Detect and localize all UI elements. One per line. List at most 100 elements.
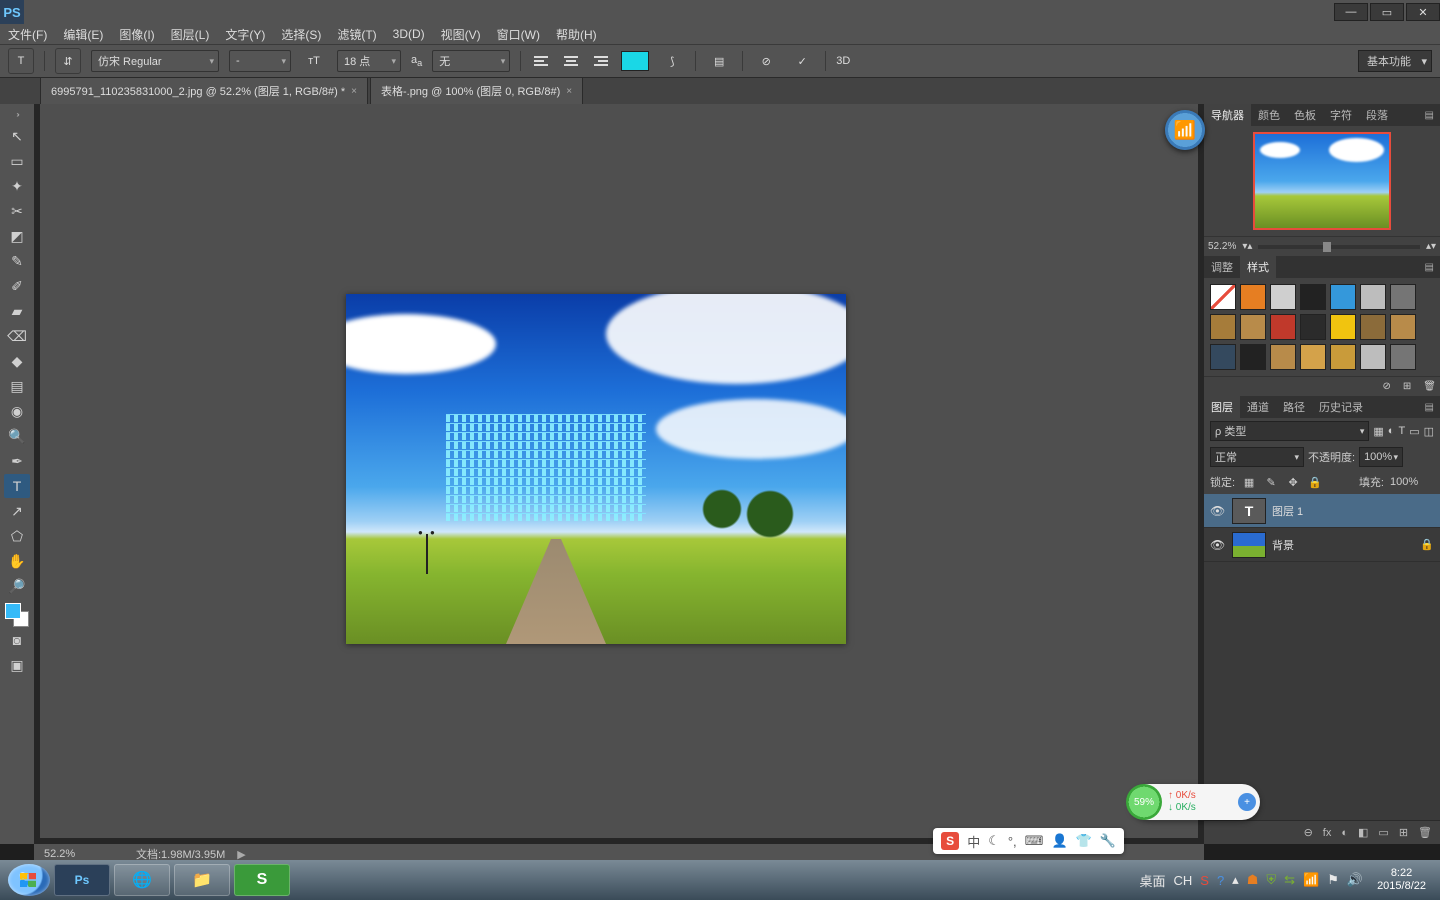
delete-style-icon[interactable]: 🗑 (1423, 381, 1436, 392)
panel-tab[interactable]: 字符 (1323, 104, 1359, 126)
zoom-in-icon[interactable]: ▴▾ (1426, 241, 1436, 252)
layer-footer-icon-0[interactable]: ⊖ (1304, 826, 1313, 839)
panel-tab[interactable]: 通道 (1240, 396, 1276, 418)
style-preset[interactable] (1360, 284, 1386, 310)
style-preset[interactable] (1330, 344, 1356, 370)
ime-skin-icon[interactable]: 👕 (1076, 833, 1092, 849)
zoom-slider[interactable] (1258, 245, 1420, 249)
panel-tab[interactable]: 图层 (1204, 396, 1240, 418)
panel-tab[interactable]: 段落 (1359, 104, 1395, 126)
text-color-swatch[interactable] (621, 51, 649, 71)
ime-keyboard-icon[interactable]: ⌨ (1025, 833, 1044, 849)
tool-5[interactable]: ✎ (4, 249, 30, 273)
menu-图层(L)[interactable]: 图层(L) (163, 26, 218, 43)
tray-volume-icon[interactable]: 🔊 (1347, 872, 1363, 888)
network-monitor-widget[interactable]: 59% ↑ 0K/s ↓ 0K/s + (1130, 784, 1260, 820)
antialias-select[interactable]: 无 (432, 50, 510, 72)
style-preset[interactable] (1270, 284, 1296, 310)
filter-type-icon[interactable]: T (1398, 425, 1405, 437)
ime-user-icon[interactable]: 👤 (1051, 833, 1067, 849)
menu-选择(S)[interactable]: 选择(S) (273, 26, 329, 43)
style-preset[interactable] (1390, 284, 1416, 310)
style-preset[interactable] (1270, 344, 1296, 370)
tool-preset-icon[interactable]: T (8, 48, 34, 74)
layer-thumbnail[interactable] (1232, 532, 1266, 558)
lock-image-icon[interactable]: ✎ (1263, 474, 1279, 490)
opacity-select[interactable]: 100% (1359, 447, 1403, 467)
tool-0[interactable]: ↖ (4, 124, 30, 148)
text-layer-content[interactable] (446, 414, 646, 534)
style-preset[interactable] (1210, 284, 1236, 310)
tool-4[interactable]: ◩ (4, 224, 30, 248)
filter-adjust-icon[interactable]: ◐ (1388, 425, 1395, 437)
tray-wifi-icon[interactable]: 📶 (1303, 872, 1319, 888)
tool-1[interactable]: ▭ (4, 149, 30, 173)
panel-tab[interactable]: 路径 (1276, 396, 1312, 418)
fill-select[interactable]: 100% (1390, 476, 1434, 488)
panel-tab[interactable]: 调整 (1204, 256, 1240, 278)
ime-toolbar[interactable]: S 中 ☾ °, ⌨ 👤 👕 🔧 (933, 828, 1124, 854)
tray-safe-icon[interactable]: ⛨ (1266, 872, 1276, 888)
tray-flag-icon[interactable]: ⚑ (1327, 872, 1339, 888)
workspace-select[interactable]: 基本功能 (1358, 50, 1432, 72)
menu-滤镜(T)[interactable]: 滤镜(T) (329, 26, 384, 43)
style-preset[interactable] (1330, 284, 1356, 310)
clear-style-icon[interactable]: ⊘ (1383, 381, 1391, 392)
style-preset[interactable] (1240, 344, 1266, 370)
menu-窗口(W)[interactable]: 窗口(W) (489, 26, 548, 43)
tool-12[interactable]: 🔍 (4, 424, 30, 448)
tool-9[interactable]: ◆ (4, 349, 30, 373)
menu-编辑(E)[interactable]: 编辑(E) (55, 26, 111, 43)
screen-mode-icon[interactable]: ▣ (4, 653, 30, 677)
tool-16[interactable]: ⬠ (4, 524, 30, 548)
network-expand-icon[interactable]: + (1238, 793, 1256, 811)
font-size-select[interactable]: 18 点 (337, 50, 401, 72)
tool-2[interactable]: ✦ (4, 174, 30, 198)
tray-guard-icon[interactable]: ☗ (1247, 872, 1259, 888)
panel-tab[interactable]: 样式 (1240, 256, 1276, 278)
wifi-widget-icon[interactable]: 📶 (1165, 110, 1205, 150)
style-preset[interactable] (1240, 284, 1266, 310)
panel-menu-icon[interactable]: ▤ (1419, 110, 1440, 121)
commit-icon[interactable]: ✓ (789, 48, 815, 74)
filter-shape-icon[interactable]: ▭ (1409, 425, 1419, 438)
align-center-button[interactable] (561, 51, 581, 71)
close-button[interactable]: ✕ (1406, 3, 1440, 21)
tool-17[interactable]: ✋ (4, 549, 30, 573)
style-preset[interactable] (1240, 314, 1266, 340)
zoom-out-icon[interactable]: ▾▴ (1242, 241, 1252, 252)
menu-视图(V)[interactable]: 视图(V) (433, 26, 489, 43)
task-wps[interactable]: S (234, 864, 290, 896)
ime-punct-icon[interactable]: °, (1008, 834, 1017, 849)
blend-mode-select[interactable]: 正常 (1210, 447, 1304, 467)
style-preset[interactable] (1300, 344, 1326, 370)
layer-name[interactable]: 图层 1 (1272, 503, 1303, 519)
tool-8[interactable]: ⌫ (4, 324, 30, 348)
font-family-select[interactable]: 仿宋 Regular (91, 50, 219, 72)
style-preset[interactable] (1210, 314, 1236, 340)
task-explorer[interactable]: 📁 (174, 864, 230, 896)
warp-text-icon[interactable]: ⟆ (659, 48, 685, 74)
tool-7[interactable]: ▰ (4, 299, 30, 323)
ime-tools-icon[interactable]: 🔧 (1100, 833, 1116, 849)
maximize-button[interactable]: ▭ (1370, 3, 1404, 21)
ime-mode[interactable]: 中 (967, 832, 980, 851)
panel-tab[interactable]: 导航器 (1204, 104, 1251, 126)
status-menu-arrow[interactable]: ▶ (237, 848, 245, 861)
layer-item[interactable]: 👁背景🔒 (1204, 528, 1440, 562)
visibility-icon[interactable]: 👁 (1210, 504, 1226, 518)
panel-menu-icon[interactable]: ▤ (1419, 402, 1440, 413)
minimize-button[interactable]: — (1334, 3, 1368, 21)
style-preset[interactable] (1330, 314, 1356, 340)
panel-tab[interactable]: 色板 (1287, 104, 1323, 126)
font-style-select[interactable]: - (229, 50, 291, 72)
document-tab[interactable]: 表格-.png @ 100% (图层 0, RGB/8#)× (370, 77, 583, 104)
layer-footer-icon-1[interactable]: fx (1323, 827, 1332, 839)
close-tab-icon[interactable]: × (566, 86, 572, 97)
filter-pixel-icon[interactable]: ▦ (1373, 425, 1383, 438)
ime-moon-icon[interactable]: ☾ (988, 833, 1000, 849)
tool-3[interactable]: ✂ (4, 199, 30, 223)
lock-all-icon[interactable]: 🔒 (1307, 474, 1323, 490)
menu-帮助(H)[interactable]: 帮助(H) (548, 26, 605, 43)
layer-footer-icon-6[interactable]: 🗑 (1418, 826, 1432, 839)
